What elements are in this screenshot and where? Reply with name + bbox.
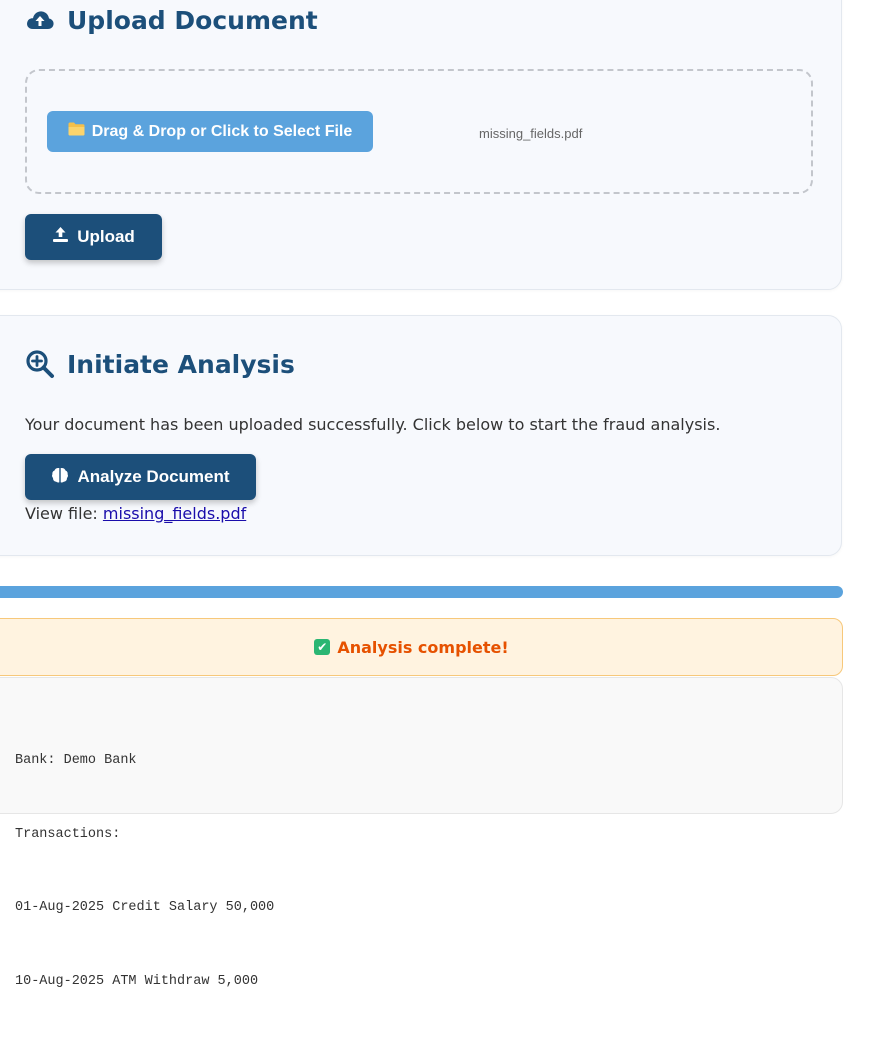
initiate-analysis-title: Initiate Analysis	[67, 349, 295, 379]
select-file-label: Drag & Drop or Click to Select File	[91, 122, 353, 140]
analysis-progress-bar	[0, 586, 843, 598]
folder-icon	[68, 122, 85, 141]
upload-icon	[52, 226, 69, 248]
output-line: Bank: Demo Bank	[15, 753, 137, 768]
initiate-analysis-card: Initiate Analysis Your document has been…	[0, 315, 842, 556]
analyze-button-label: Analyze Document	[77, 467, 230, 486]
upload-document-title: Upload Document	[67, 5, 318, 35]
select-file-button[interactable]: Drag & Drop or Click to Select File	[47, 111, 373, 152]
view-file-link[interactable]: missing_fields.pdf	[103, 504, 246, 523]
analysis-status-text: Analysis complete!	[337, 637, 509, 657]
view-file-row: View file: missing_fields.pdf	[25, 504, 246, 523]
upload-button[interactable]: Upload	[25, 214, 162, 260]
output-line: Transactions:	[15, 826, 121, 842]
view-file-label: View file:	[25, 504, 98, 523]
selected-file-name: missing_fields.pdf	[479, 126, 583, 141]
extracted-text-output: Bank: Demo Bank Transactions: 01-Aug-202…	[0, 677, 843, 989]
search-plus-icon	[25, 349, 55, 379]
analyze-document-button[interactable]: Analyze Document	[25, 454, 256, 500]
file-dropzone[interactable]: Drag & Drop or Click to Select File miss…	[25, 69, 813, 194]
upload-document-card: Upload Document Drag & Drop or Click to …	[0, 0, 842, 290]
cloud-upload-icon	[25, 5, 55, 35]
initiate-analysis-heading: Initiate Analysis	[25, 349, 295, 379]
upload-success-message: Your document has been uploaded successf…	[25, 415, 721, 434]
brain-icon	[51, 466, 69, 489]
analysis-status-alert: ✔ Analysis complete!	[0, 618, 843, 676]
check-mark-icon: ✔	[314, 639, 331, 655]
upload-button-label: Upload	[77, 227, 135, 246]
upload-document-heading: Upload Document	[25, 5, 318, 35]
output-line: 10-Aug-2025 ATM Withdraw 5,000	[15, 973, 259, 989]
output-line: 01-Aug-2025 Credit Salary 50,000	[15, 900, 275, 915]
output-lines: Bank: Demo Bank Transactions: 01-Aug-202…	[15, 700, 274, 1043]
